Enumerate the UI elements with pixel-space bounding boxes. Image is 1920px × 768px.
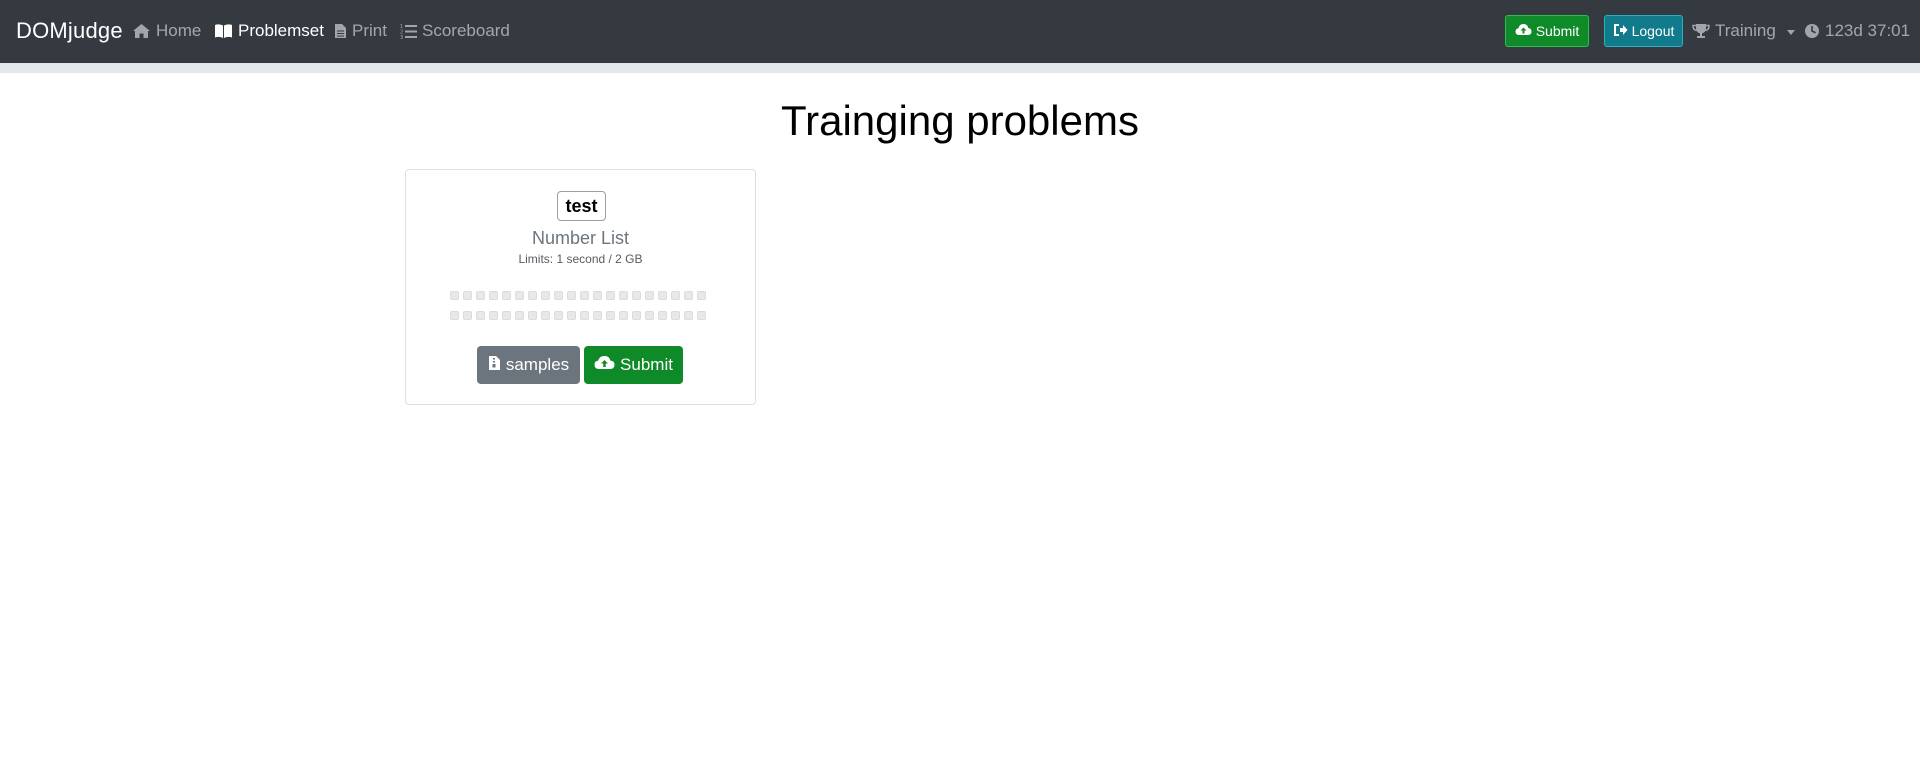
page-title: Trainging problems [781, 97, 1139, 144]
sample-placeholder-dot [450, 291, 459, 300]
chevron-down-icon [1786, 29, 1795, 35]
sample-placeholder-dot [619, 311, 628, 320]
sample-placeholder-dot [463, 311, 472, 320]
sample-placeholder-dot [645, 311, 654, 320]
sample-placeholder-dot [541, 311, 550, 320]
contest-clock: 123d 37:01 [1804, 21, 1910, 41]
sample-placeholder-dot [658, 311, 667, 320]
sample-placeholder-dot [515, 291, 524, 300]
contest-dropdown[interactable]: Training [1692, 21, 1795, 41]
nav-scoreboard-label: Scoreboard [422, 21, 510, 40]
logout-label: Logout [1631, 23, 1675, 39]
sample-placeholder-dot [476, 311, 485, 320]
brand-logo[interactable]: DOMjudge [16, 18, 123, 44]
sample-placeholder-dot [632, 291, 641, 300]
problem-name: Number List [531, 228, 630, 248]
navbar-submit-button[interactable]: Submit [1505, 15, 1589, 47]
nav-scoreboard[interactable]: 123 Scoreboard [400, 21, 510, 41]
file-archive-icon [488, 355, 501, 376]
sample-placeholder-dot [502, 291, 511, 300]
nav-problemset[interactable]: Problemset [214, 21, 324, 41]
sample-placeholder-dot [515, 311, 524, 320]
list-ol-icon: 123 [400, 23, 417, 39]
nav-print[interactable]: Print [334, 21, 387, 41]
logout-button[interactable]: Logout [1604, 15, 1683, 47]
sample-placeholder-dot [450, 311, 459, 320]
nav-home-label: Home [156, 21, 202, 40]
clock-label: 123d 37:01 [1825, 21, 1911, 40]
svg-text:3: 3 [400, 35, 403, 39]
sample-placeholder-dot [567, 311, 576, 320]
sample-placeholder-dot [593, 311, 602, 320]
samples-label: samples [505, 355, 570, 374]
sample-placeholder-dot [580, 291, 589, 300]
sample-placeholder-dot [580, 311, 589, 320]
book-open-icon [214, 23, 233, 39]
file-icon [334, 23, 347, 39]
navbar-submit-label: Submit [1535, 23, 1580, 39]
sign-out-icon [1613, 23, 1628, 40]
sample-placeholder-dot [554, 291, 563, 300]
problem-badge: test [557, 191, 606, 221]
problem-submit-button[interactable]: Submit [584, 346, 683, 384]
sample-placeholder-dot [528, 311, 537, 320]
home-icon [132, 23, 151, 39]
sample-placeholder-dot [554, 311, 563, 320]
sample-placeholder-dot [645, 291, 654, 300]
sample-placeholder-dot [684, 291, 693, 300]
sample-placeholder-dot [528, 291, 537, 300]
contest-dropdown-label: Training [1715, 21, 1776, 40]
sample-placeholder-dot [502, 311, 511, 320]
nav-print-label: Print [352, 21, 387, 40]
problem-submit-label: Submit [620, 355, 673, 374]
sample-placeholder-dot [632, 311, 641, 320]
nav-home[interactable]: Home [132, 21, 201, 41]
sample-placeholder-dot [606, 291, 615, 300]
top-navbar: DOMjudge Home Problemset Print 123 Score… [0, 0, 1920, 63]
sample-placeholder-dot [684, 311, 693, 320]
samples-button[interactable]: samples [477, 346, 580, 384]
sample-placeholder-dot [606, 311, 615, 320]
sample-placeholder-dot [593, 291, 602, 300]
sample-placeholder-dot [671, 291, 680, 300]
navbar-divider [0, 63, 1920, 73]
cloud-upload-icon [594, 355, 615, 375]
sample-placeholder-dot [697, 311, 706, 320]
sample-placeholder-dot [489, 311, 498, 320]
sample-placeholder-dot [463, 291, 472, 300]
clock-icon [1804, 23, 1820, 39]
sample-placeholder-dot [476, 291, 485, 300]
sample-placeholder-dot [658, 291, 667, 300]
sample-placeholder-dot [619, 291, 628, 300]
trophy-icon [1692, 23, 1710, 39]
cloud-upload-icon [1515, 23, 1532, 39]
sample-placeholder-dot [541, 291, 550, 300]
problem-card: test Number List Limits: 1 second / 2 GB… [405, 169, 756, 405]
nav-problemset-label: Problemset [238, 21, 324, 40]
sample-placeholder-dot [697, 291, 706, 300]
sample-placeholder-dot [671, 311, 680, 320]
sample-placeholder-grid [450, 291, 712, 320]
sample-placeholder-dot [567, 291, 576, 300]
sample-placeholder-dot [489, 291, 498, 300]
problem-limits: Limits: 1 second / 2 GB [518, 252, 643, 266]
